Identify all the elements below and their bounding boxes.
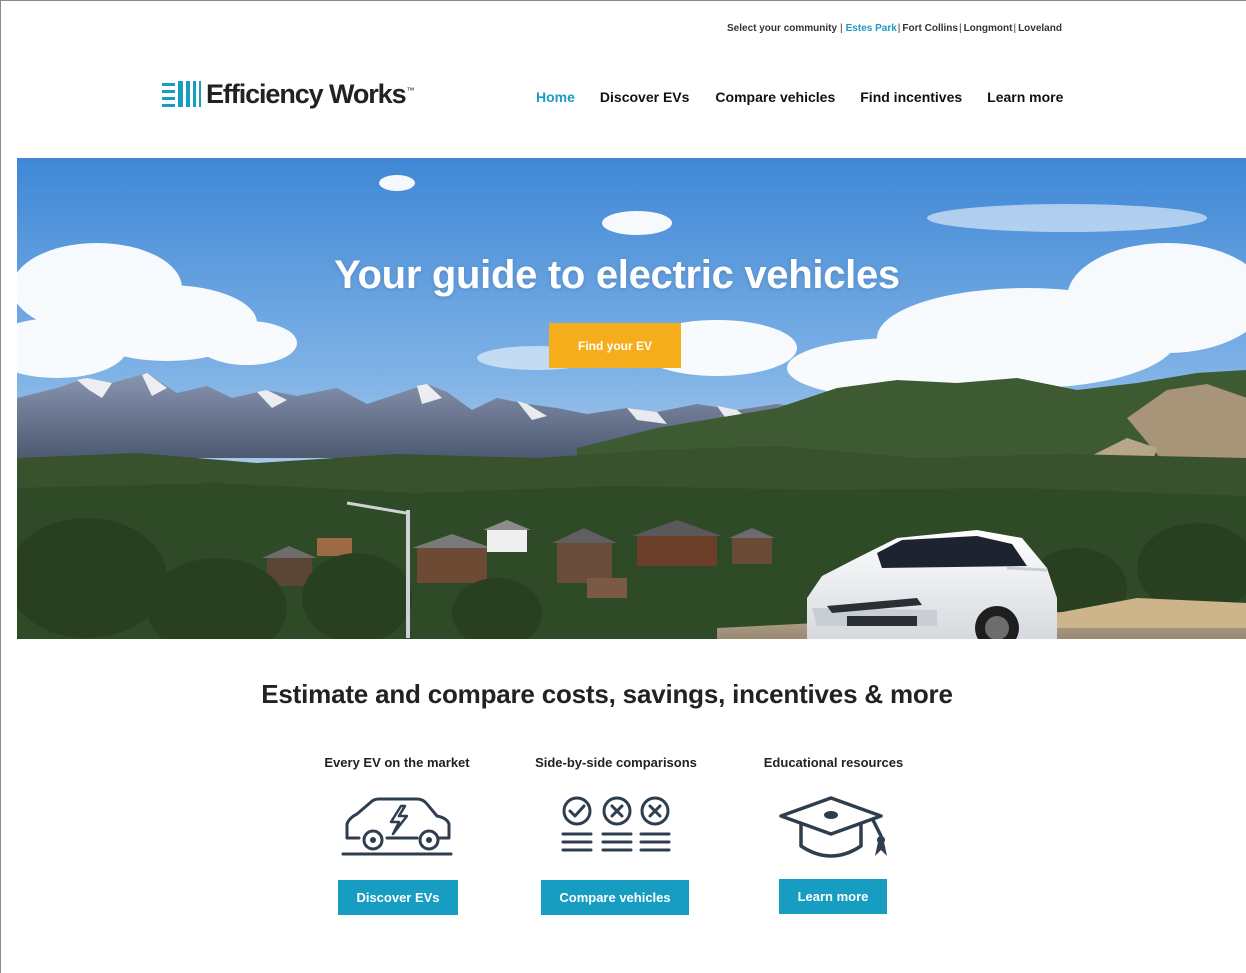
discover-evs-button[interactable]: Discover EVs <box>338 880 458 915</box>
main-nav: Home Discover EVs Compare vehicles Find … <box>536 89 1063 105</box>
feature-comparisons: Side-by-side comparisons <box>526 755 706 775</box>
page-frame: Select your community | Estes Park| Fort Co… <box>0 0 1246 973</box>
compare-vehicles-button[interactable]: Compare vehicles <box>541 880 689 915</box>
nav-item-discover-evs[interactable]: Discover EVs <box>600 89 690 105</box>
graduation-cap-icon <box>779 796 887 858</box>
hero-title: Your guide to electric vehicles <box>334 253 900 297</box>
community-selector: Select your community | Estes Park| Fort Co… <box>727 23 1062 34</box>
features-title: Estimate and compare costs, savings, inc… <box>261 679 953 709</box>
nav-item-home[interactable]: Home <box>536 89 575 105</box>
community-link-fort-collins[interactable]: Fort Collins <box>902 23 958 34</box>
divider: | <box>958 23 962 34</box>
feature-label: Side-by-side comparisons <box>535 755 697 770</box>
divider: | <box>1013 23 1017 34</box>
trademark-symbol: ™ <box>406 85 415 95</box>
hero-landscape-image <box>17 158 1246 639</box>
electric-car-icon <box>341 797 453 856</box>
nav-item-learn-more[interactable]: Learn more <box>987 89 1063 105</box>
community-prompt: Select your community <box>727 23 838 34</box>
nav-item-compare-vehicles[interactable]: Compare vehicles <box>715 89 835 105</box>
find-your-ev-button[interactable]: Find your EV <box>549 323 681 368</box>
community-link-estes-park[interactable]: Estes Park <box>846 23 897 34</box>
feature-label: Every EV on the market <box>324 755 470 770</box>
community-link-loveland[interactable]: Loveland <box>1018 23 1062 34</box>
feature-every-ev: Every EV on the market <box>312 755 482 775</box>
feature-educational: Educational resources <box>751 755 916 775</box>
site-logo[interactable]: Efficiency Works ™ <box>162 77 414 111</box>
striped-bars-logo-mark-icon <box>162 81 201 107</box>
divider: | <box>840 23 843 34</box>
nav-item-find-incentives[interactable]: Find incentives <box>860 89 962 105</box>
learn-more-button[interactable]: Learn more <box>779 879 887 914</box>
logo-text: Efficiency Works <box>206 79 407 109</box>
comparison-checklist-icon <box>561 796 671 852</box>
feature-label: Educational resources <box>763 755 904 770</box>
divider: | <box>897 23 901 34</box>
hero-banner: Your guide to electric vehicles Find you… <box>17 158 1246 639</box>
community-link-longmont[interactable]: Longmont <box>964 23 1013 34</box>
